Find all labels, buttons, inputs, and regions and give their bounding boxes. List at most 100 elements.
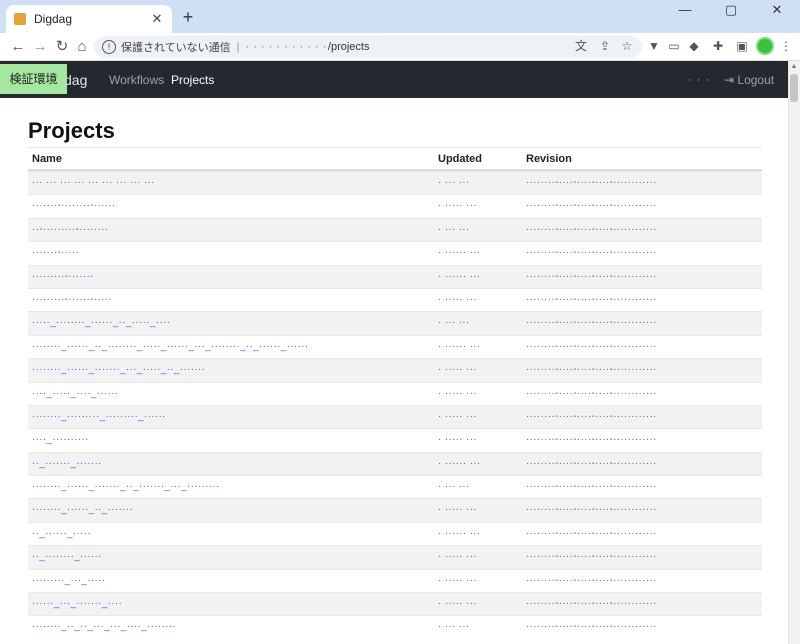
table-row: ······_···_·······_···· · ····· ··· ······… xyxy=(28,592,762,616)
project-updated: · ··· ··· xyxy=(438,621,470,633)
column-header-revision: Revision xyxy=(526,153,572,165)
project-revision: ········-····-····-····-············ xyxy=(526,387,657,399)
star-icon[interactable]: ☆ xyxy=(618,37,636,55)
project-name-link[interactable]: ··_······_····· xyxy=(32,528,432,539)
nav-projects[interactable]: Projects xyxy=(171,73,214,87)
home-icon[interactable]: ⌂ xyxy=(72,37,92,57)
table-row: ····_·····_····_······ · ····· ··· ·······… xyxy=(28,381,762,405)
browser-toolbar: ← → ↻ ⌂ ! 保護されていない通信 | · · · · · · · · ·… xyxy=(0,33,800,61)
translate-icon[interactable]: 文 xyxy=(572,37,590,55)
project-updated: · ····· ··· xyxy=(438,410,477,422)
project-name-link[interactable]: ········_······_·······_···_·····_··_···… xyxy=(32,364,432,375)
project-updated: · ····· ··· xyxy=(438,504,477,516)
forward-arrow-icon[interactable]: → xyxy=(30,37,50,57)
table-row: ··_·······_······· · ······ ··· ········-·… xyxy=(28,451,762,476)
tab-close-icon[interactable]: ✕ xyxy=(150,11,164,27)
project-name-link[interactable]: ·······-········-······ xyxy=(32,200,432,211)
table-row: ·····_········_······_··_·····_···· · ···… xyxy=(28,311,762,335)
project-name-link[interactable]: ······_···_·······_···· xyxy=(32,598,432,609)
logout-label: Logout xyxy=(737,73,775,87)
brand-logo[interactable]: dag xyxy=(64,72,87,88)
close-window-button[interactable]: ✕ xyxy=(754,0,800,22)
project-name-link[interactable]: ····_·········· xyxy=(32,434,432,445)
project-updated: · ····· ··· xyxy=(438,598,477,610)
project-name-link[interactable]: ·······-····· xyxy=(32,247,432,258)
share-icon[interactable]: ⇪ xyxy=(596,37,614,55)
project-revision: ········-····-····-····-············ xyxy=(526,574,657,586)
insecure-warning-icon[interactable]: ! xyxy=(102,40,116,54)
column-header-updated: Updated xyxy=(438,153,482,165)
project-revision: ········-····-····-····-············ xyxy=(526,410,657,422)
extension-icon[interactable]: ◆ xyxy=(686,38,702,54)
project-updated: · ··· ··· xyxy=(438,223,470,235)
project-revision: ········-····-····-····-············ xyxy=(526,293,657,305)
scrollbar-thumb[interactable] xyxy=(790,74,798,102)
project-revision: ········-····-····-····-············ xyxy=(526,340,657,352)
puzzle-icon[interactable]: ✚ xyxy=(710,38,726,54)
project-name-link[interactable]: ········_··_··_···_···_····_········ xyxy=(32,621,432,632)
nav-workflows[interactable]: Workflows xyxy=(109,73,164,87)
project-updated: · ····· ··· xyxy=(438,364,477,376)
project-updated: · ······ ··· xyxy=(438,457,481,469)
table-row: ········_·········_·········_······ · ···… xyxy=(28,404,762,429)
page-scrollbar[interactable] xyxy=(788,61,800,644)
project-updated: · ··· ··· xyxy=(438,317,470,329)
project-name-link[interactable]: ·········_···_····· xyxy=(32,575,432,586)
project-name-link[interactable]: ········_······_··_········_·····_······… xyxy=(32,341,432,352)
table-body: ··· ··· ··· ··· ··· ··· ··· ··· ··· · ···… xyxy=(28,171,762,639)
table-header: Name Updated Revision xyxy=(28,147,762,171)
minimize-button[interactable]: — xyxy=(662,0,708,22)
project-name-link[interactable]: ··· ··· ··· ··· ··· ··· ··· ··· ··· xyxy=(32,177,432,188)
cast-icon[interactable]: ▭ xyxy=(666,38,682,54)
project-revision: ········-····-····-····-············ xyxy=(526,527,657,539)
table-row: ········_······_·······_···_·····_··_···… xyxy=(28,358,762,382)
sidebar-icon[interactable]: ▣ xyxy=(734,38,750,54)
project-revision: ········-····-····-····-············ xyxy=(526,177,657,188)
browser-tab[interactable]: Digdag ✕ xyxy=(6,5,172,33)
column-header-name: Name xyxy=(32,153,62,165)
scroll-up-arrow-icon[interactable]: ▲ xyxy=(788,61,800,73)
maximize-button[interactable]: ▢ xyxy=(708,0,754,22)
table-row: ····_·········· · ····· ··· ········-····-… xyxy=(28,428,762,451)
project-name-link[interactable]: ··_········_······ xyxy=(32,551,432,562)
project-revision: ········-····-····-····-············ xyxy=(526,504,657,516)
table-row: ··_······_····· · ······ ··· ········-····… xyxy=(28,521,762,545)
project-name-link[interactable]: ········_······_··_······· xyxy=(32,504,432,515)
project-revision: ········-····-····-····-············ xyxy=(526,598,657,610)
url-host: · · · · · · · · · · · xyxy=(245,41,327,53)
new-tab-button[interactable]: + xyxy=(178,7,198,27)
project-name-link[interactable]: ··-·········-········ xyxy=(32,224,432,235)
profile-avatar[interactable] xyxy=(756,37,774,55)
project-name-link[interactable]: ········_······_·······_··_·······_···_·… xyxy=(32,481,432,492)
project-updated: · ······ ··· xyxy=(438,527,481,539)
projects-table: Name Updated Revision ··· ··· ··· ··· ··… xyxy=(28,147,762,639)
table-row: ········_······_··_········_·····_······… xyxy=(28,334,762,358)
table-row: ········_······_··_······· · ····· ··· ···… xyxy=(28,498,762,522)
back-arrow-icon[interactable]: ← xyxy=(8,37,28,57)
project-name-link[interactable]: ·········-······· xyxy=(32,271,432,282)
address-bar[interactable]: ! 保護されていない通信 | · · · · · · · · · · · /pr… xyxy=(94,36,642,58)
project-revision: ········-····-····-····-············ xyxy=(526,270,657,282)
project-name-link[interactable]: ··_·······_······· xyxy=(32,458,432,469)
project-name-link[interactable]: ·····_········_······_··_·····_···· xyxy=(32,317,432,328)
reload-icon[interactable]: ↻ xyxy=(52,37,72,57)
omnibox-separator: | xyxy=(236,41,240,53)
project-revision: ········-····-····-····-············ xyxy=(526,247,657,259)
environment-badge: 検証環境 xyxy=(0,64,67,94)
project-revision: ········-····-····-····-············ xyxy=(526,317,657,329)
menu-kebab-icon[interactable]: ⋮ xyxy=(778,38,794,54)
project-updated: · ······ ··· xyxy=(438,247,481,259)
project-name-link[interactable]: ····_·····_····_······ xyxy=(32,388,432,399)
project-revision: ········-····-····-····-············ xyxy=(526,200,657,212)
logout-button[interactable]: ⇥ Logout xyxy=(724,73,774,87)
project-updated: · ····· ··· xyxy=(438,551,477,563)
project-revision: ········-····-····-····-············ xyxy=(526,364,657,376)
table-row: ··_········_······ · ····· ··· ········-··… xyxy=(28,545,762,569)
project-revision: ········-····-····-····-············ xyxy=(526,621,657,633)
project-name-link[interactable]: ·········-······-····· xyxy=(32,294,432,305)
project-updated: · ····· ··· xyxy=(438,387,477,399)
project-name-link[interactable]: ········_·········_·········_······ xyxy=(32,411,432,422)
project-updated: · ····· ··· xyxy=(438,293,477,305)
browser-tab-strip: Digdag ✕ + — ▢ ✕ xyxy=(0,0,800,33)
extension-icon[interactable]: ▼ xyxy=(646,38,662,54)
